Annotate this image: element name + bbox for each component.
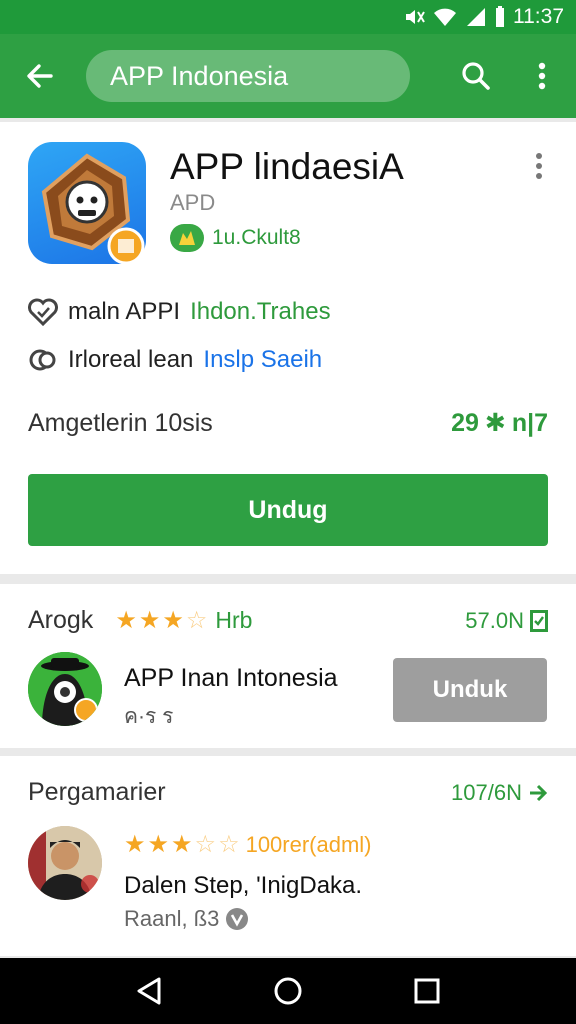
back-arrow-icon bbox=[27, 64, 53, 88]
star-outline-icon: ☆ bbox=[218, 831, 240, 858]
similar-app-name[interactable]: APP Inan Intonesia bbox=[124, 664, 338, 693]
signal-icon bbox=[465, 7, 487, 27]
meta-row: Amgetlerin 10sis 29 ✱ n|7 bbox=[28, 408, 548, 438]
review-author: Raanl, ß3 bbox=[124, 906, 220, 931]
similar-app-icon[interactable] bbox=[28, 652, 102, 726]
overflow-menu-button[interactable] bbox=[522, 54, 562, 98]
rating-value: 29 bbox=[451, 408, 479, 437]
meta-text: Amgetlerin 10sis bbox=[28, 408, 213, 437]
app-detail-card: APP lindaesiA APD 1u.Ckult8 maln APPI Ih… bbox=[0, 122, 576, 574]
similar-apps-card: Arogk ★ ★ ★ ☆ Hrb 57.0N APP Inan Intones… bbox=[0, 584, 576, 748]
rating-count: n|7 bbox=[511, 408, 548, 437]
info-text-2: Irloreal lean bbox=[68, 346, 194, 373]
badge-label: 1u.Ckult8 bbox=[212, 226, 301, 249]
star-icon: ★ bbox=[162, 606, 184, 634]
star-outline-icon: ☆ bbox=[185, 606, 208, 634]
badge-icon bbox=[170, 224, 204, 252]
review-text: Dalen Step, 'InigDaka. bbox=[124, 872, 363, 899]
similar-more-label: 57.0N bbox=[465, 607, 524, 633]
home-circle-icon bbox=[274, 977, 302, 1005]
similar-install-button[interactable]: Unduk bbox=[393, 658, 547, 722]
link-icon bbox=[29, 349, 56, 371]
reviews-title: Pergamarier bbox=[28, 778, 166, 806]
info-link-2[interactable]: Inslp Saeih bbox=[203, 346, 322, 374]
star-icon: ★ bbox=[138, 606, 161, 634]
system-nav-bar bbox=[0, 958, 576, 1024]
similar-more-link[interactable]: 57.0N bbox=[465, 608, 548, 634]
info-row-1: maln APPI Ihdon.Trahes bbox=[28, 298, 331, 326]
star-icon: ★ bbox=[115, 606, 137, 634]
app-developer[interactable]: APD bbox=[170, 190, 215, 216]
heart-icon bbox=[28, 298, 58, 326]
status-bar: 11:37 bbox=[0, 0, 576, 34]
more-vert-icon bbox=[536, 153, 542, 179]
app-title: APP lindaesiA bbox=[170, 146, 404, 187]
verified-icon bbox=[226, 908, 249, 930]
battery-icon bbox=[495, 6, 505, 28]
wifi-icon bbox=[433, 7, 457, 27]
star-outline-icon: ☆ bbox=[194, 831, 217, 858]
similar-app-tags: ค·ร ร bbox=[124, 705, 174, 728]
card-overflow-button[interactable] bbox=[524, 148, 554, 184]
reviews-card: Pergamarier 107/6N ★ ★ ★ ☆ ☆ 100rer(adml… bbox=[0, 756, 576, 956]
search-button[interactable] bbox=[452, 54, 500, 98]
star-icon: ★ bbox=[147, 831, 170, 858]
similar-extra: Hrb bbox=[215, 607, 253, 633]
back-button[interactable] bbox=[0, 34, 80, 118]
similar-title: Arogk bbox=[28, 606, 94, 634]
similar-stars: ★ ★ ★ ☆ bbox=[115, 606, 208, 634]
review-stars-text: 100rer(adml) bbox=[245, 832, 372, 857]
star-icon: ✱ bbox=[484, 409, 506, 437]
reviews-more-link[interactable]: 107/6N bbox=[451, 780, 548, 806]
star-icon: ★ bbox=[124, 831, 146, 858]
rating-summary: 29 ✱ n|7 bbox=[451, 408, 548, 438]
similar-header: Arogk ★ ★ ★ ☆ Hrb 57.0N bbox=[28, 606, 548, 635]
search-icon bbox=[462, 62, 490, 90]
app-bar: APP Indonesia bbox=[0, 34, 576, 118]
info-link-1[interactable]: Ihdon.Trahes bbox=[190, 298, 331, 326]
review-author-row: Raanl, ß3 bbox=[124, 906, 249, 932]
badge-row: 1u.Ckult8 bbox=[170, 224, 301, 252]
star-icon: ★ bbox=[171, 831, 193, 858]
nav-back-button[interactable] bbox=[119, 961, 179, 1021]
review-stars: ★ ★ ★ ☆ ☆ 100rer(adml) bbox=[124, 832, 372, 858]
mute-icon bbox=[403, 7, 425, 27]
nav-home-button[interactable] bbox=[258, 961, 318, 1021]
arrow-right-icon bbox=[530, 784, 548, 801]
install-button[interactable]: Undug bbox=[28, 474, 548, 546]
review-star-row: ★ ★ ★ ☆ ☆ bbox=[124, 833, 240, 857]
back-triangle-icon bbox=[137, 977, 161, 1005]
app-icon bbox=[28, 142, 146, 265]
reviews-more-label: 107/6N bbox=[451, 779, 522, 805]
status-time: 11:37 bbox=[513, 5, 564, 28]
recents-square-icon bbox=[414, 978, 440, 1004]
reviewer-avatar[interactable] bbox=[28, 826, 102, 900]
more-vert-icon bbox=[538, 62, 546, 90]
nav-recents-button[interactable] bbox=[397, 961, 457, 1021]
info-text-1: maln APPI bbox=[68, 298, 181, 325]
info-row-2: Irloreal lean Inslp Saeih bbox=[28, 346, 322, 374]
search-field[interactable]: APP Indonesia bbox=[86, 50, 410, 102]
check-box-icon bbox=[530, 609, 548, 632]
reviews-header: Pergamarier 107/6N bbox=[28, 778, 548, 807]
